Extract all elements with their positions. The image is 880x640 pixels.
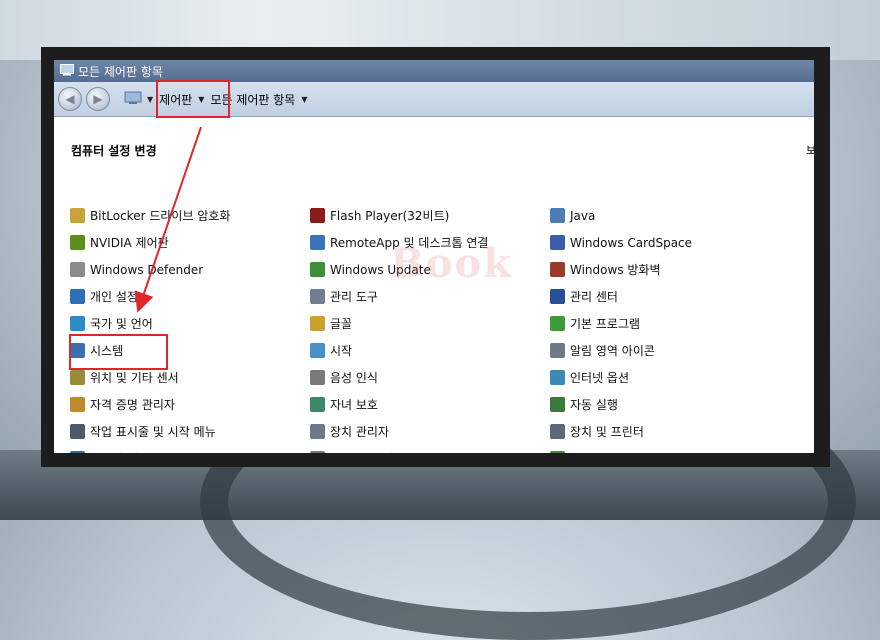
control-panel-item-label: 기본 프로그램 (570, 317, 641, 331)
chevron-down-icon[interactable]: ▼ (298, 95, 310, 104)
control-panel-item[interactable]: 음성 인식 (310, 364, 550, 391)
chevron-down-icon[interactable]: ▼ (144, 95, 156, 104)
control-panel-item-label: Windows CardSpace (570, 235, 693, 250)
control-panel-item-label: 자녀 보호 (330, 398, 378, 412)
phone-icon (310, 451, 325, 453)
control-panel-item-label: Windows Defender (90, 262, 204, 277)
parental-icon (310, 397, 325, 412)
autoplay-icon (550, 397, 565, 412)
control-panel-icon (60, 63, 74, 79)
printer-icon (550, 424, 565, 439)
firewall-icon (550, 262, 565, 277)
ease-access-icon (70, 451, 85, 453)
control-panel-item-label: Windows 방화벽 (570, 263, 661, 277)
control-panel-item[interactable]: 장치 관리자 (310, 418, 550, 445)
control-panel-item[interactable]: 기본 프로그램 (550, 310, 790, 337)
control-panel-item[interactable]: 알림 영역 아이콘 (550, 337, 790, 364)
control-panel-item-label: 장치 관리자 (330, 425, 390, 439)
control-panel-item[interactable]: 개인 설정 (70, 283, 310, 310)
control-panel-item[interactable]: Windows 방화벽 (550, 256, 790, 283)
control-panel-item-label: NVIDIA 제어판 (90, 236, 169, 250)
getting-started-icon (310, 343, 325, 358)
fonts-icon (310, 316, 325, 331)
nvidia-icon (70, 235, 85, 250)
control-panel-item-label: 작업 표시줄 및 시작 메뉴 (90, 425, 216, 439)
back-button[interactable]: ◀ (58, 87, 82, 111)
control-panel-item-label: 전화 및 모뎀 (330, 450, 393, 453)
control-panel-item-label: 글꼴 (330, 317, 353, 331)
sensor-icon (70, 370, 85, 385)
control-panel-item-label: 음성 인식 (330, 371, 378, 385)
control-panel-item[interactable]: 인터넷 옵션 (550, 364, 790, 391)
windows-update-icon (310, 262, 325, 277)
control-panel-item[interactable]: 장치 및 프린터 (550, 418, 790, 445)
action-center-icon (550, 289, 565, 304)
control-panel-item[interactable]: 접근성 센터 (70, 445, 310, 453)
control-panel-item-label: 자동 실행 (570, 398, 618, 412)
control-panel-item-label: 관리 도구 (330, 290, 378, 304)
region-icon (70, 316, 85, 331)
page-title: 컴퓨터 설정 변경 (71, 144, 157, 158)
watermark-logo: Book (390, 240, 513, 287)
control-panel-item[interactable]: Java (550, 202, 790, 229)
control-panel-item[interactable]: 자격 증명 관리자 (70, 391, 310, 418)
forward-arrow-icon: ▶ (93, 92, 103, 106)
control-panel-item-label: 장치 및 프린터 (570, 425, 644, 439)
control-panel-item-label: 전원 옵션 (570, 450, 618, 453)
control-panel-item[interactable]: 관리 센터 (550, 283, 790, 310)
taskbar-icon (70, 424, 85, 439)
control-panel-item[interactable]: Flash Player(32비트) (310, 202, 550, 229)
control-panel-item[interactable]: 전화 및 모뎀 (310, 445, 550, 453)
internet-options-icon (550, 370, 565, 385)
control-panel-item[interactable]: NVIDIA 제어판 (70, 229, 310, 256)
notification-icon (550, 343, 565, 358)
admin-tools-icon (310, 289, 325, 304)
control-panel-item[interactable]: Windows Defender (70, 256, 310, 283)
control-panel-item[interactable]: BitLocker 드라이브 암호화 (70, 202, 310, 229)
java-icon (550, 208, 565, 223)
control-panel-item[interactable]: 자녀 보호 (310, 391, 550, 418)
speech-icon (310, 370, 325, 385)
flash-icon (310, 208, 325, 223)
control-panel-item[interactable]: 작업 표시줄 및 시작 메뉴 (70, 418, 310, 445)
control-panel-item-label: 접근성 센터 (90, 450, 149, 453)
device-manager-icon (310, 424, 325, 439)
bitlocker-icon (70, 208, 85, 223)
view-by-label[interactable]: 보 (806, 142, 814, 158)
credential-icon (70, 397, 85, 412)
forward-button[interactable]: ▶ (86, 87, 110, 111)
default-programs-icon (550, 316, 565, 331)
remoteapp-icon (310, 235, 325, 250)
control-panel-item[interactable]: Windows CardSpace (550, 229, 790, 256)
back-arrow-icon: ◀ (65, 92, 75, 106)
window-title: 모든 제어판 항목 (78, 64, 163, 79)
defender-icon (70, 262, 85, 277)
address-control-panel-icon (124, 91, 142, 108)
control-panel-item-label: 위치 및 기타 센서 (90, 371, 179, 385)
control-panel-item-label: 자격 증명 관리자 (90, 398, 175, 412)
control-panel-item-label: 개인 설정 (90, 290, 138, 304)
personalize-icon (70, 289, 85, 304)
highlight-box-system (69, 334, 168, 370)
cardspace-icon (550, 235, 565, 250)
control-panel-item-label: BitLocker 드라이브 암호화 (90, 209, 231, 223)
control-panel-item[interactable]: 관리 도구 (310, 283, 550, 310)
power-icon (550, 451, 565, 453)
control-panel-item[interactable]: 국가 및 언어 (70, 310, 310, 337)
highlight-box-control-panel (156, 80, 230, 118)
control-panel-item-label: 알림 영역 아이콘 (570, 344, 655, 358)
control-panel-item-label: Flash Player(32비트) (330, 209, 450, 223)
control-panel-item[interactable]: 자동 실행 (550, 391, 790, 418)
control-panel-item-label: 국가 및 언어 (90, 317, 153, 331)
control-panel-item-label: Java (570, 208, 596, 223)
control-panel-item[interactable]: 시작 (310, 337, 550, 364)
control-panel-item-label: 시작 (330, 344, 353, 358)
control-panel-item[interactable]: 전원 옵션 (550, 445, 790, 453)
title-bar: 모든 제어판 항목 (54, 60, 814, 82)
control-panel-item-label: 관리 센터 (570, 290, 618, 304)
control-panel-item[interactable]: 글꼴 (310, 310, 550, 337)
control-panel-item-label: 인터넷 옵션 (570, 371, 630, 385)
